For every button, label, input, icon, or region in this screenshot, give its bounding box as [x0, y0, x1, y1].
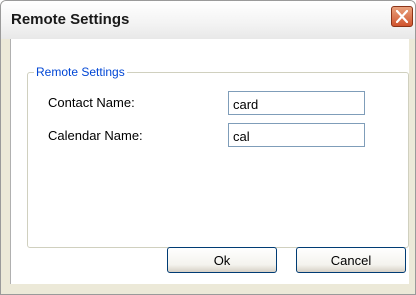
remote-settings-group: Remote Settings Contact Name: Calendar N… — [27, 65, 409, 248]
contact-name-label: Contact Name: — [48, 95, 135, 110]
ok-button[interactable]: Ok — [167, 247, 277, 273]
cancel-button[interactable]: Cancel — [296, 247, 406, 273]
contact-name-input[interactable] — [228, 91, 365, 115]
title-bar: Remote Settings — [1, 1, 415, 39]
remote-settings-dialog: Remote Settings Remote Settings Contact … — [0, 0, 416, 295]
close-icon — [396, 10, 408, 23]
window-title: Remote Settings — [11, 11, 130, 28]
group-legend: Remote Settings — [34, 65, 127, 79]
dialog-body: Remote Settings Contact Name: Calendar N… — [10, 39, 409, 284]
calendar-name-label: Calendar Name: — [48, 128, 143, 143]
close-button[interactable] — [391, 6, 413, 27]
calendar-name-input[interactable] — [228, 123, 365, 147]
